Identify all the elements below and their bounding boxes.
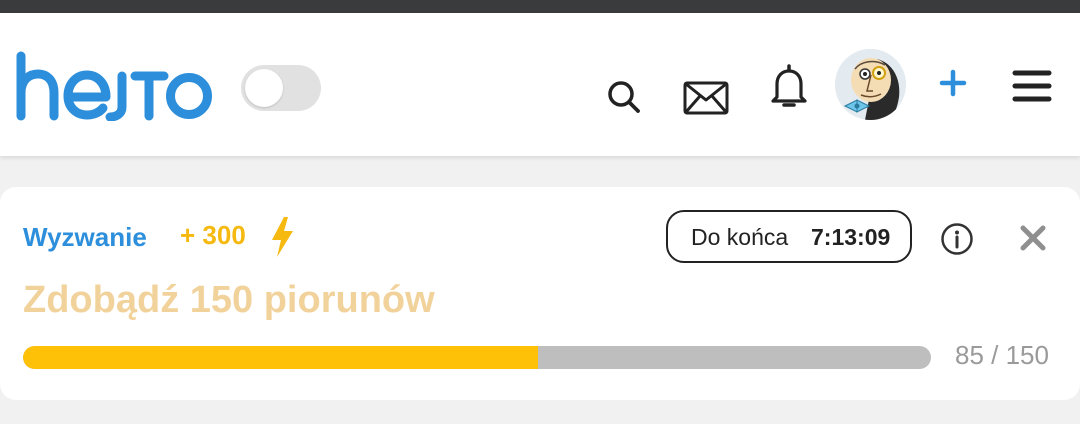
status-bar-strip [0, 0, 1080, 13]
theme-toggle[interactable] [241, 65, 321, 111]
add-post-button[interactable]: + [936, 66, 970, 100]
time-remaining-value: 7:13:09 [811, 224, 891, 250]
toggle-knob [245, 69, 283, 107]
search-icon[interactable] [606, 79, 642, 115]
close-icon[interactable] [1019, 224, 1047, 252]
bell-icon[interactable] [770, 63, 808, 109]
challenge-title: Zdobądź 150 piorunów [23, 279, 435, 321]
challenge-progress-fill [23, 346, 538, 369]
lightning-icon [272, 217, 293, 257]
menu-icon[interactable] [1012, 68, 1052, 104]
time-remaining-label: Do końca [691, 224, 789, 250]
avatar-image [835, 49, 906, 120]
user-avatar[interactable] [835, 49, 906, 120]
challenge-progress-text: 85 / 150 [955, 340, 1049, 370]
challenge-progress-bar [23, 346, 931, 369]
info-icon[interactable] [940, 222, 974, 256]
mail-icon[interactable] [683, 81, 729, 115]
hejto-logo[interactable]: hejto [14, 51, 214, 121]
time-remaining-badge: Do końca 7:13:09 [666, 210, 912, 263]
top-header: hejto [0, 13, 1080, 156]
challenge-points: + 300 [180, 220, 246, 250]
challenge-label: Wyzwanie [23, 222, 147, 252]
